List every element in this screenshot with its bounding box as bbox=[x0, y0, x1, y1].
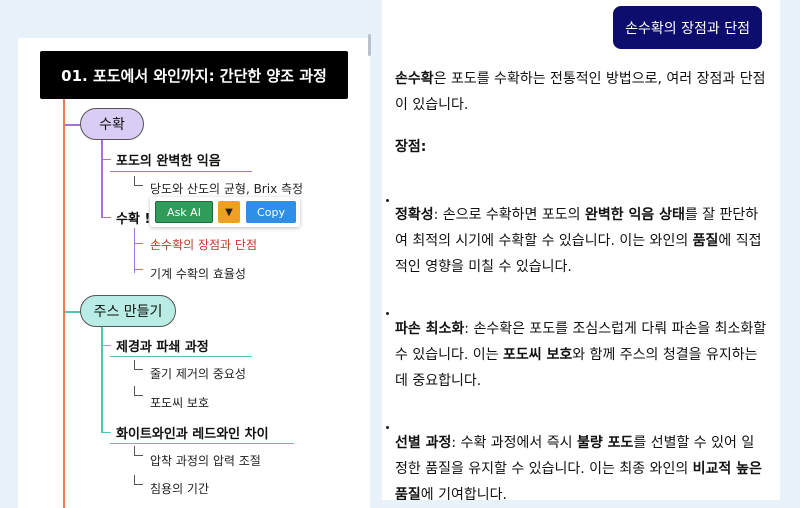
leaf-connector bbox=[134, 386, 143, 396]
chevron-down-icon[interactable]: ▼ bbox=[218, 201, 240, 223]
leaf-connector bbox=[134, 260, 143, 270]
leaf-node-hand-harvest[interactable]: 손수확의 장점과 단점 bbox=[150, 236, 257, 253]
leaf-node-machine-harvest[interactable]: 기계 수확의 효율성 bbox=[150, 265, 246, 282]
point-accuracy: 정확성: 손으로 수확하면 포도의 완벽한 익음 상태를 잘 판단하여 최적의 … bbox=[395, 202, 767, 280]
point-text: : 수확 과정에서 즉시 bbox=[451, 435, 577, 451]
point-title: 선별 과정 bbox=[395, 435, 452, 451]
sub-node-destemming[interactable]: 제경과 파쇄 과정 bbox=[116, 336, 209, 355]
intro-bold: 손수확 bbox=[395, 71, 434, 87]
mindmap-scrollbar[interactable] bbox=[368, 34, 371, 56]
point-text: 에 기여합니다. bbox=[420, 487, 507, 500]
leaf-connector bbox=[134, 176, 143, 186]
branch-juice[interactable]: 주스 만들기 bbox=[80, 295, 176, 327]
sub-underline bbox=[110, 171, 252, 172]
point-title: 파손 최소화 bbox=[395, 321, 465, 337]
leaf-connector bbox=[134, 360, 143, 370]
point-title: 정확성 bbox=[395, 207, 434, 223]
section-heading: 장점: bbox=[395, 134, 767, 160]
sub-connector bbox=[102, 208, 111, 218]
leaf-node-seed-protection[interactable]: 포도씨 보호 bbox=[150, 394, 209, 411]
sub-connector bbox=[102, 336, 111, 346]
mindmap-spine bbox=[63, 99, 65, 508]
point-bold: 완벽한 익음 상태 bbox=[584, 207, 685, 223]
sub-node-harvest-method[interactable]: 수확 ! bbox=[116, 208, 150, 227]
sub-node-white-red[interactable]: 화이트와인과 레드와인 차이 bbox=[116, 423, 269, 442]
mindmap-panel: 01. 포도에서 와인까지: 간단한 양조 과정 수확 포도의 완벽한 익음 당… bbox=[18, 38, 370, 508]
section-heading-text: 장점: bbox=[395, 139, 427, 155]
branch-connector bbox=[65, 311, 81, 313]
sub-underline bbox=[110, 443, 294, 444]
chat-panel: 손수확의 장점과 단점 손수확은 포도를 수확하는 전통적인 방법으로, 여러 … bbox=[382, 0, 780, 500]
point-bold: 포도씨 보호 bbox=[502, 347, 573, 363]
node-toolbar: Ask AI ▼ Copy bbox=[150, 197, 300, 227]
leaf-connector bbox=[134, 475, 143, 485]
bullet-dot bbox=[386, 426, 389, 429]
point-text: : 손으로 수확하면 포도의 bbox=[433, 207, 585, 223]
point-bold: 품질 bbox=[692, 233, 719, 249]
sub-connector bbox=[102, 150, 111, 160]
leaf-node-press-pressure[interactable]: 압착 과정의 압력 조절 bbox=[150, 452, 261, 469]
sub-underline bbox=[110, 356, 252, 357]
bullet-dot bbox=[386, 199, 389, 202]
sub-node-ripeness[interactable]: 포도의 완벽한 익음 bbox=[116, 150, 221, 169]
branch-harvest[interactable]: 수확 bbox=[80, 108, 144, 140]
point-damage: 파손 최소화: 손수확은 포도를 조심스럽게 다뤄 파손을 최소화할 수 있습니… bbox=[395, 316, 767, 394]
point-bold: 불량 포도 bbox=[576, 435, 634, 451]
ask-ai-button[interactable]: Ask AI bbox=[155, 201, 213, 223]
user-message-bubble: 손수확의 장점과 단점 bbox=[613, 6, 762, 49]
branch-connector bbox=[65, 124, 81, 126]
copy-button[interactable]: Copy bbox=[246, 201, 296, 223]
point-sorting: 선별 과정: 수확 과정에서 즉시 불량 포도를 선별할 수 있어 일정한 품질… bbox=[395, 430, 767, 500]
leaf-node-brix[interactable]: 당도와 산도의 균형, Brix 측정 bbox=[150, 180, 303, 197]
bullet-dot bbox=[386, 312, 389, 315]
leaf-connector bbox=[134, 446, 143, 456]
mindmap-root-title[interactable]: 01. 포도에서 와인까지: 간단한 양조 과정 bbox=[40, 51, 348, 99]
leaf-node-maceration[interactable]: 침용의 기간 bbox=[150, 480, 209, 497]
leaf-node-stem-removal[interactable]: 줄기 제거의 중요성 bbox=[150, 365, 246, 382]
intro-paragraph: 손수확은 포도를 수확하는 전통적인 방법으로, 여러 장점과 단점이 있습니다… bbox=[395, 66, 767, 118]
leaf-connector bbox=[134, 234, 143, 244]
sub-connector bbox=[102, 423, 111, 433]
intro-text: 은 포도를 수확하는 전통적인 방법으로, 여러 장점과 단점이 있습니다. bbox=[395, 71, 766, 113]
